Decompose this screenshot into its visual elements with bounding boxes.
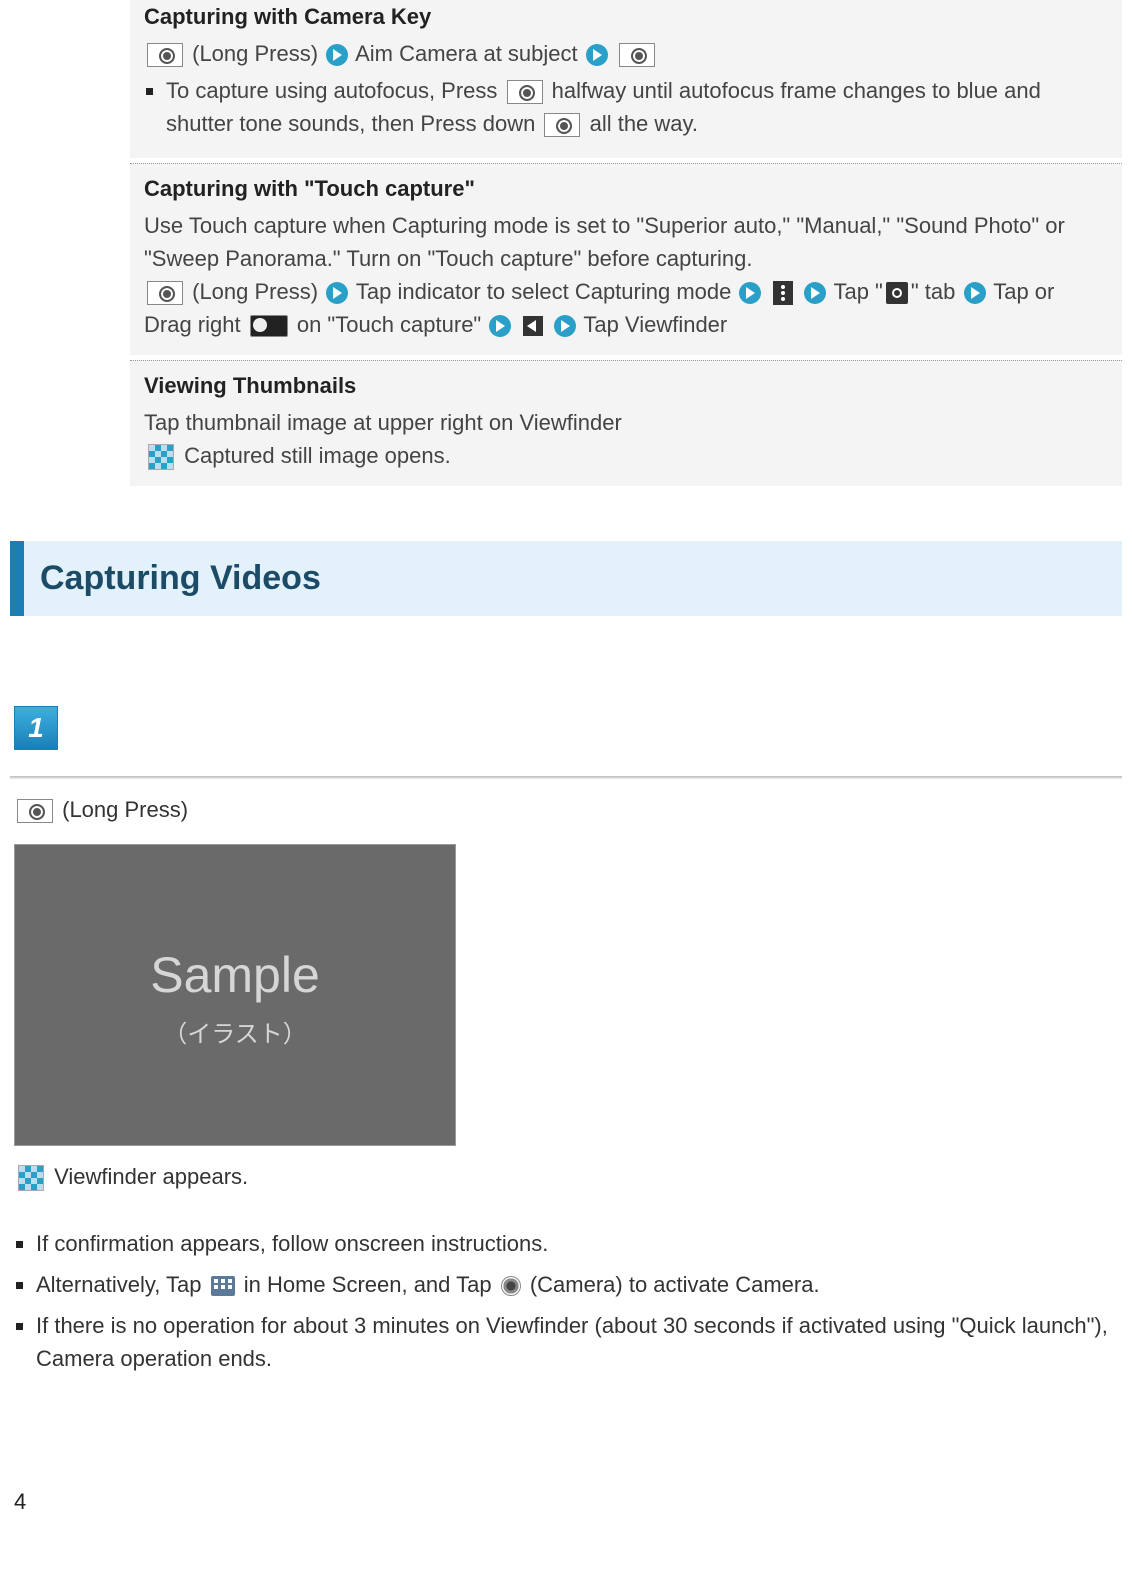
toggle-icon [250,315,288,337]
camera-key-icon [619,43,655,67]
s5: on "Touch capture" [297,312,481,337]
box1-title: Capturing with Camera Key [144,0,1108,33]
box1-bullet: To capture using autofocus, Press halfwa… [166,74,1108,140]
arrow-icon [326,44,348,66]
box1-line1b: Aim Camera at subject [355,41,578,66]
s3b: " tab [911,279,956,304]
result-icon [148,444,174,470]
camera-key-icon [544,113,580,137]
box2-intro: Use Touch capture when Capturing mode is… [144,209,1108,275]
page-number: 4 [14,1485,1132,1518]
back-icon [523,316,543,336]
sample-illustration: Sample （イラスト） [14,844,456,1146]
apps-grid-icon [211,1276,235,1296]
info-box-camera-key: Capturing with Camera Key (Long Press) A… [130,0,1122,158]
info-box-thumbnails: Viewing Thumbnails Tap thumbnail image a… [130,360,1122,486]
camera-key-icon [147,43,183,67]
settings-icon [886,282,908,304]
s2: Tap indicator to select Capturing mode [356,279,731,304]
s3: Tap " [833,279,882,304]
arrow-icon [964,282,986,304]
info-box-touch-capture: Capturing with "Touch capture" Use Touch… [130,163,1122,355]
step-number-badge: 1 [14,706,58,750]
box1-line1: (Long Press) Aim Camera at subject [144,37,1108,70]
box3-line2-text: Captured still image opens. [184,443,451,468]
note-item: Alternatively, Tap in Home Screen, and T… [36,1268,1122,1301]
s1: (Long Press) [192,279,318,304]
note-item: If there is no operation for about 3 min… [36,1309,1122,1375]
note-item: If confirmation appears, follow onscreen… [36,1227,1122,1260]
sample-text-1: Sample [150,938,320,1013]
arrow-icon [489,315,511,337]
box2-title: Capturing with "Touch capture" [144,172,1108,205]
camera-key-icon [507,80,543,104]
step-instruction: (Long Press) [14,793,1122,826]
result-text: Viewfinder appears. [54,1164,248,1189]
step-text: (Long Press) [62,797,188,822]
n2b: in Home Screen, and Tap [244,1272,498,1297]
arrow-icon [739,282,761,304]
arrow-icon [554,315,576,337]
section-heading-text: Capturing Videos [40,553,1106,604]
camera-key-icon [17,799,53,823]
box3-line2: Captured still image opens. [144,439,1108,472]
camera-app-icon [501,1276,521,1296]
notes-list: If confirmation appears, follow onscreen… [14,1227,1122,1375]
n2c: (Camera) to activate Camera. [530,1272,820,1297]
sample-text-2: （イラスト） [163,1017,307,1053]
menu-dots-icon [773,281,793,305]
b1a: To capture using autofocus, Press [166,78,504,103]
n3: If there is no operation for about 3 min… [36,1313,1108,1371]
s6: Tap Viewfinder [583,312,727,337]
divider [10,776,1122,779]
section-heading: Capturing Videos [10,541,1122,616]
n2a: Alternatively, Tap [36,1272,208,1297]
result-icon [18,1165,44,1191]
b1c: all the way. [590,111,698,136]
box1-bullets: To capture using autofocus, Press halfwa… [144,74,1108,140]
arrow-icon [586,44,608,66]
step-result: Viewfinder appears. [14,1160,1122,1193]
box2-steps: (Long Press) Tap indicator to select Cap… [144,275,1108,341]
arrow-icon [326,282,348,304]
camera-key-icon [147,281,183,305]
box3-line1: Tap thumbnail image at upper right on Vi… [144,406,1108,439]
box1-line1a: (Long Press) [192,41,318,66]
box3-title: Viewing Thumbnails [144,369,1108,402]
n1: If confirmation appears, follow onscreen… [36,1231,548,1256]
arrow-icon [804,282,826,304]
